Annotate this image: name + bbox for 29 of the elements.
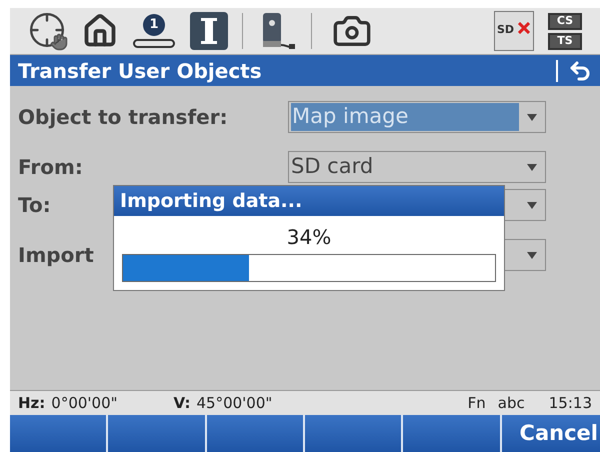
progress-percent: 34% — [286, 224, 332, 251]
sd-card-icon[interactable]: SD — [494, 11, 534, 51]
hz-label: Hz: — [18, 392, 46, 414]
home-icon[interactable] — [82, 13, 118, 49]
battery-indicator: TS — [548, 32, 582, 50]
input-mode: abc — [498, 392, 525, 414]
field-label: Object to transfer: — [18, 104, 228, 131]
dialog-title: Importing data... — [120, 188, 302, 214]
caret-icon — [527, 202, 537, 208]
caret-icon — [527, 252, 537, 258]
dropdown-value: SD card — [291, 153, 374, 180]
fn-indicator: Fn — [468, 392, 486, 414]
dropdown-value: Map image — [292, 103, 408, 130]
v-label: V: — [174, 392, 190, 414]
field-label: To: — [18, 192, 51, 219]
hz-value: 0°00'00" — [51, 392, 118, 414]
field-label: From: — [18, 154, 83, 181]
screen-title: Transfer User Objects — [18, 58, 263, 84]
softkey[interactable]: Cancel — [502, 415, 600, 452]
clock: 15:13 — [548, 392, 592, 414]
battery-indicator: CS — [548, 12, 582, 30]
caret-icon — [527, 114, 537, 120]
crosshair-icon[interactable] — [28, 11, 68, 51]
dropdown-field[interactable]: SD card — [288, 151, 546, 183]
info-icon[interactable] — [190, 12, 228, 50]
field-label: Import — [18, 242, 94, 269]
caret-icon — [527, 164, 537, 170]
v-value: 45°00'00" — [196, 392, 272, 414]
back-icon[interactable] — [568, 58, 592, 82]
